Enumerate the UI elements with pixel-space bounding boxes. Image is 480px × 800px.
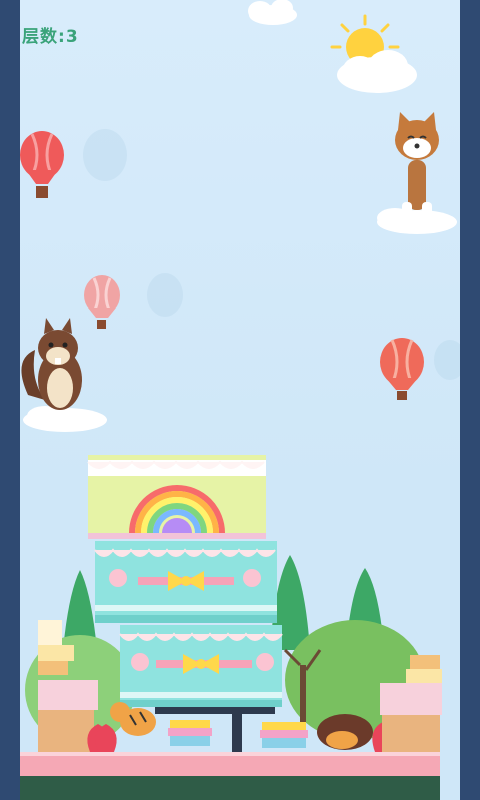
floor-count: 层数:3 [22,22,79,47]
ground-frosting [20,752,440,778]
hot-air-balloon-2 [84,275,120,329]
right-side-rail [460,0,480,800]
game-stage[interactable]: 层数:3 [0,0,480,800]
floor-count-value: 3 [65,27,79,47]
top-cloud [248,0,297,25]
hot-air-balloon-1 [20,131,64,198]
cake-layer-1 [119,625,283,707]
left-side-rail [0,0,20,800]
floor-count-label: 层数 [22,27,58,47]
scene-art [20,0,460,752]
hot-air-balloon-3 [380,338,424,400]
cake-layer-3 [87,455,266,539]
sun-icon [330,14,417,93]
floor-count-separator: : [58,27,66,47]
cake-layer-2 [94,541,277,623]
shiba-dog-icon [377,112,457,234]
play-area[interactable] [20,0,460,800]
squirrel-icon [21,318,107,432]
tiger-icon [110,702,156,736]
ground-soil [20,776,440,800]
